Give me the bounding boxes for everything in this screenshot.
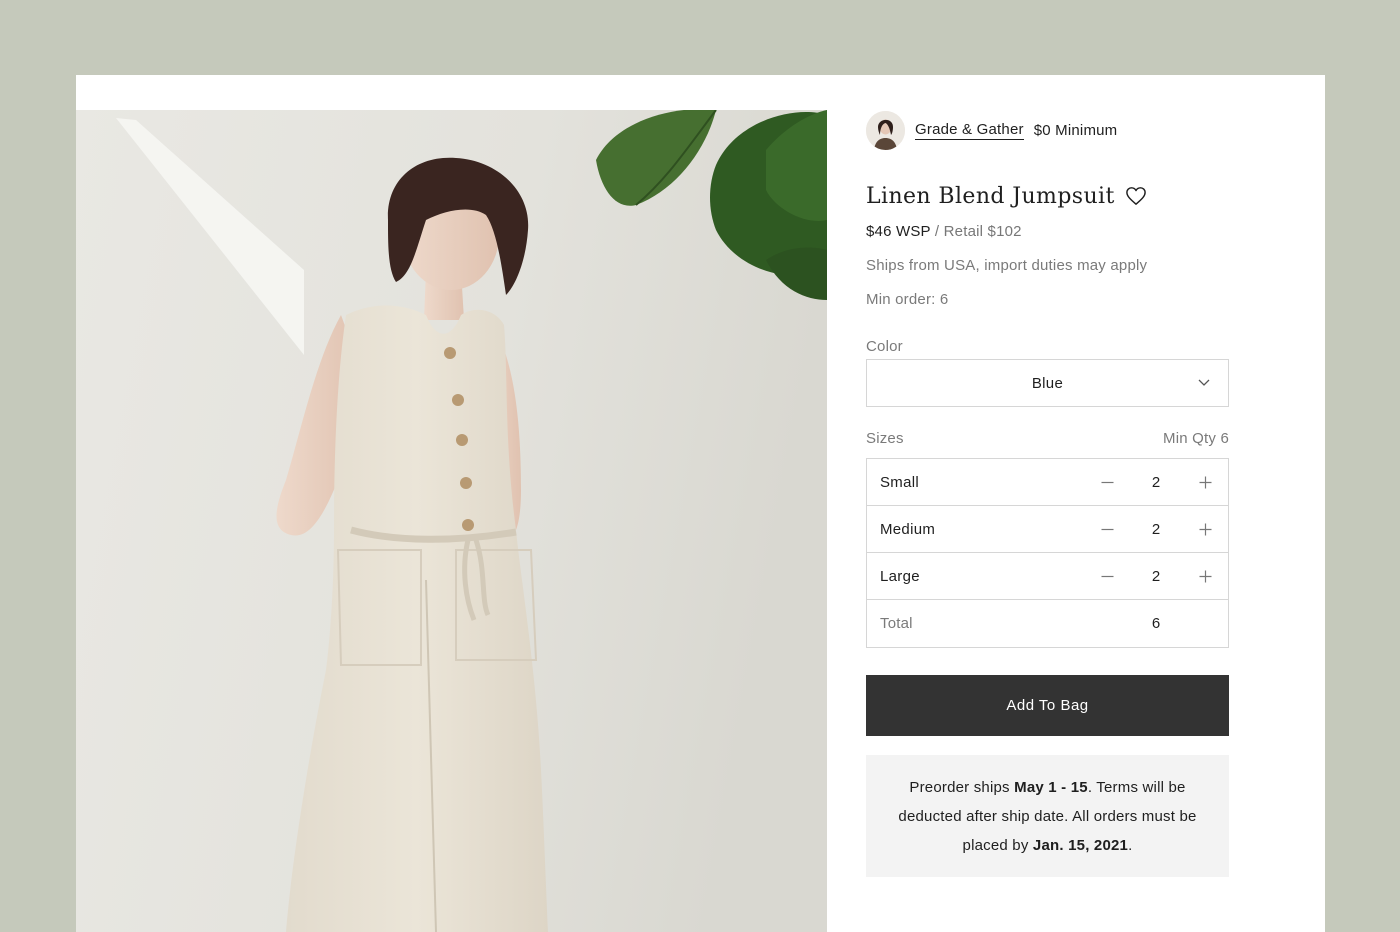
- quantity-value[interactable]: 2: [1122, 568, 1190, 585]
- size-row-medium: Medium 2: [867, 506, 1228, 553]
- size-row-total: Total 6: [867, 600, 1228, 647]
- preorder-notice: Preorder ships May 1 - 15. Terms will be…: [866, 755, 1229, 877]
- min-qty-label: Min Qty 6: [1163, 430, 1229, 447]
- increment-button[interactable]: [1190, 514, 1220, 544]
- quantity-stepper: 2: [1092, 514, 1220, 544]
- minus-icon: [1101, 481, 1113, 483]
- chevron-down-icon: [1198, 379, 1210, 386]
- add-to-bag-button[interactable]: Add To Bag: [866, 675, 1229, 736]
- minus-icon: [1101, 575, 1113, 577]
- quantity-value[interactable]: 2: [1122, 521, 1190, 538]
- preorder-notice-text: Preorder ships May 1 - 15. Terms will be…: [886, 773, 1209, 860]
- heart-icon[interactable]: [1125, 186, 1147, 206]
- sizes-label: Sizes: [866, 430, 904, 447]
- color-select[interactable]: Blue: [866, 359, 1229, 407]
- plus-icon: [1199, 476, 1211, 488]
- product-card: Grade & Gather $0 Minimum Linen Blend Ju…: [76, 75, 1325, 932]
- quantity-stepper: 2: [1092, 467, 1220, 497]
- plus-icon: [1199, 523, 1211, 535]
- notice-text-3: .: [1128, 836, 1133, 854]
- decrement-button[interactable]: [1092, 467, 1122, 497]
- brand-minimum: $0 Minimum: [1033, 121, 1118, 139]
- price-wholesale: $46 WSP: [866, 223, 931, 240]
- increment-button[interactable]: [1190, 467, 1220, 497]
- notice-deadline: Jan. 15, 2021: [1032, 836, 1129, 854]
- plus-icon: [1199, 570, 1211, 582]
- notice-ship-window: May 1 - 15: [1014, 778, 1088, 796]
- brand-row: Grade & Gather $0 Minimum: [866, 110, 1229, 150]
- brand-name-link[interactable]: Grade & Gather: [915, 121, 1024, 140]
- shipping-note: Ships from USA, import duties may apply: [866, 257, 1148, 274]
- min-order: Min order: 6: [866, 291, 949, 308]
- title-row: Linen Blend Jumpsuit: [866, 181, 1229, 211]
- brand-avatar[interactable]: [866, 110, 905, 150]
- price-row: $46 WSP / Retail $102: [866, 223, 1229, 240]
- notice-text-1: Preorder ships: [909, 778, 1015, 796]
- size-quantity-table: Small 2 Medium 2 Large 2 Total 6: [866, 458, 1229, 648]
- size-name: Small: [880, 473, 920, 491]
- size-row-small: Small 2: [867, 459, 1228, 506]
- size-row-large: Large 2: [867, 553, 1228, 600]
- decrement-button[interactable]: [1092, 514, 1122, 544]
- increment-button[interactable]: [1190, 561, 1220, 591]
- price-retail: Retail $102: [943, 223, 1022, 240]
- total-label: Total: [880, 615, 913, 632]
- size-name: Large: [880, 567, 920, 585]
- decrement-button[interactable]: [1092, 561, 1122, 591]
- quantity-value[interactable]: 2: [1122, 474, 1190, 491]
- product-details-panel: Grade & Gather $0 Minimum Linen Blend Ju…: [866, 110, 1229, 877]
- size-name: Medium: [880, 520, 936, 538]
- product-image: [76, 110, 827, 932]
- color-select-value: Blue: [1031, 374, 1064, 392]
- minus-icon: [1101, 528, 1113, 530]
- sizes-header: Sizes Min Qty 6: [866, 430, 1229, 447]
- product-title: Linen Blend Jumpsuit: [866, 183, 1115, 209]
- quantity-stepper: 2: [1092, 561, 1220, 591]
- total-value: 6: [1151, 615, 1161, 632]
- price-separator: /: [934, 223, 940, 240]
- color-label: Color: [866, 338, 903, 355]
